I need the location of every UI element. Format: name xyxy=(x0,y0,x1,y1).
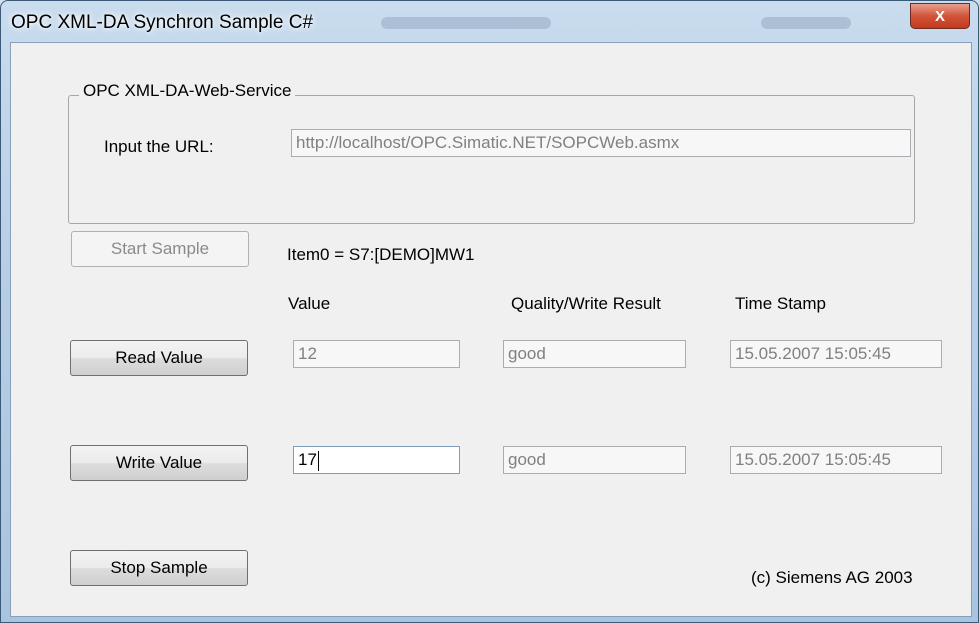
item-label: Item0 = S7:[DEMO]MW1 xyxy=(287,245,475,264)
write-value-input[interactable]: 17 xyxy=(293,446,460,474)
write-value-button[interactable]: Write Value xyxy=(70,445,248,481)
group-legend: OPC XML-DA-Web-Service xyxy=(79,81,296,101)
web-service-group xyxy=(68,95,915,224)
column-header-timestamp: Time Stamp xyxy=(735,294,827,313)
title-bar[interactable]: OPC XML-DA Synchron Sample C# X xyxy=(1,1,978,41)
write-value-text: 17 xyxy=(298,450,317,469)
stop-sample-button[interactable]: Stop Sample xyxy=(70,550,248,586)
text-caret xyxy=(317,450,319,471)
start-sample-button[interactable]: Start Sample xyxy=(71,231,249,267)
background-blur xyxy=(381,17,551,29)
read-timestamp-field[interactable]: 15.05.2007 15:05:45 xyxy=(730,340,942,368)
window-title: OPC XML-DA Synchron Sample C# xyxy=(11,12,314,33)
write-timestamp-field[interactable]: 15.05.2007 15:05:45 xyxy=(730,446,942,474)
main-window: OPC XML-DA Synchron Sample C# X OPC XML-… xyxy=(0,0,979,623)
close-button[interactable]: X xyxy=(910,3,970,29)
read-value-field[interactable]: 12 xyxy=(293,340,460,368)
background-blur-2 xyxy=(761,17,851,29)
write-quality-field[interactable]: good xyxy=(503,446,686,474)
close-icon: X xyxy=(934,7,945,25)
read-value-button[interactable]: Read Value xyxy=(70,340,248,376)
column-header-quality: Quality/Write Result xyxy=(511,294,661,313)
client-area: OPC XML-DA-Web-Service Input the URL: ht… xyxy=(10,42,972,617)
column-header-value: Value xyxy=(288,294,331,313)
url-input[interactable]: http://localhost/OPC.Simatic.NET/SOPCWeb… xyxy=(291,129,911,157)
copyright-label: (c) Siemens AG 2003 xyxy=(751,568,913,587)
url-label: Input the URL: xyxy=(104,137,214,156)
read-quality-field[interactable]: good xyxy=(503,340,686,368)
